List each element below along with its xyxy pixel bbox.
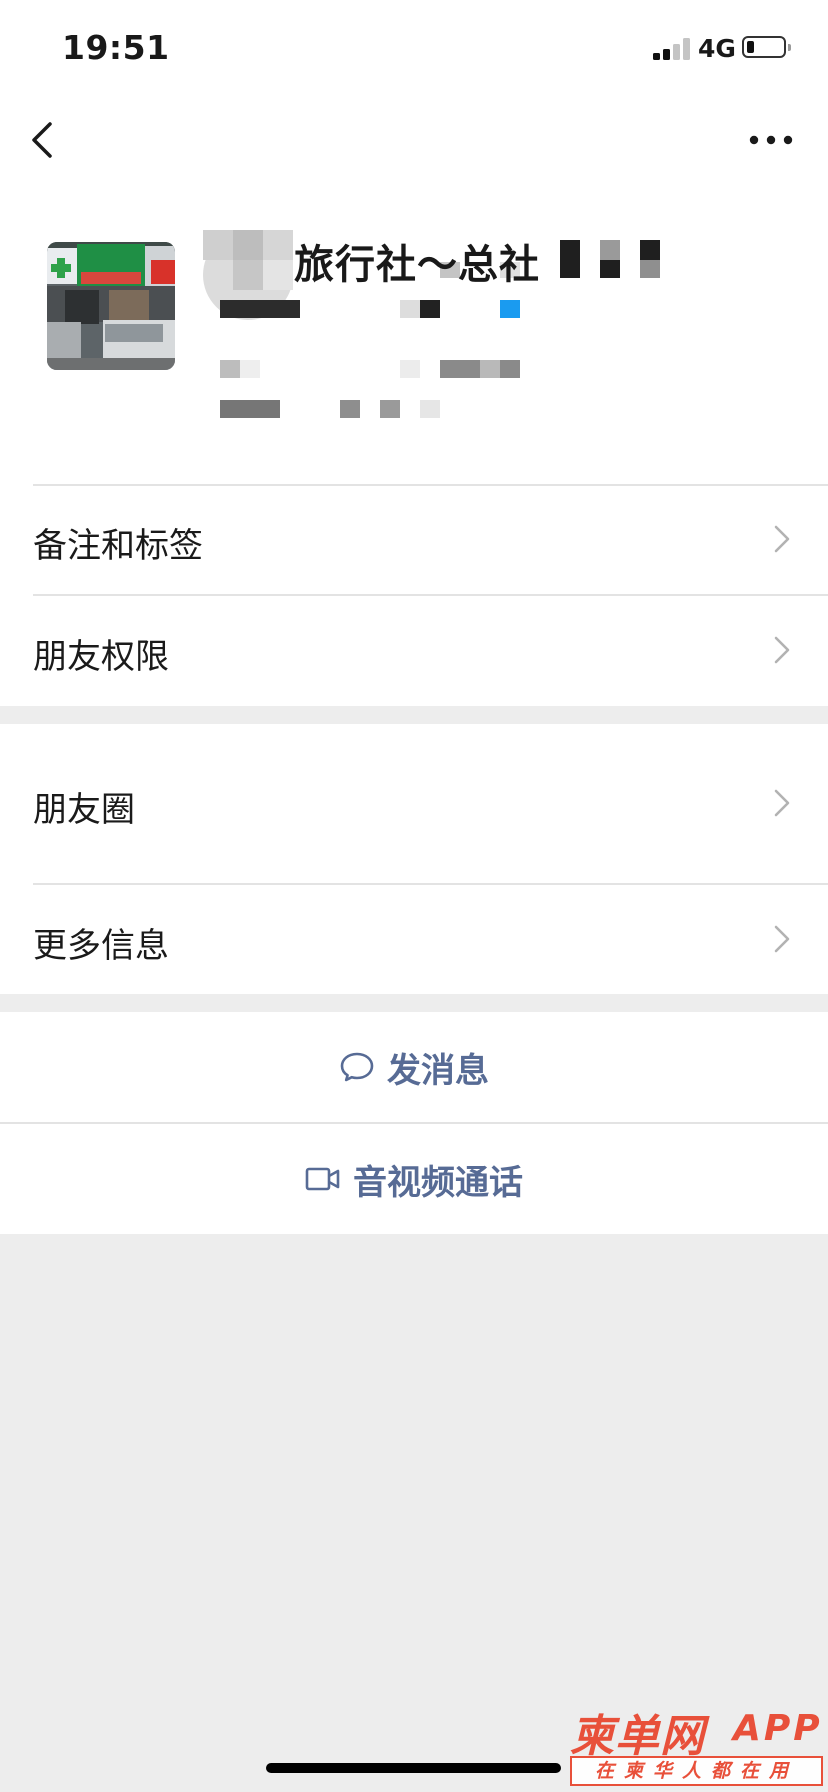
av-call-button[interactable]: 音视频通话 bbox=[0, 1124, 828, 1234]
watermark-logo: 柬单网 APP bbox=[570, 1700, 828, 1762]
send-message-button[interactable]: 发消息 bbox=[0, 1012, 828, 1122]
network-label: 4G bbox=[698, 34, 736, 63]
storefront-photo bbox=[47, 242, 175, 370]
chevron-right-icon bbox=[774, 789, 790, 817]
menu-row-remarks-tags[interactable]: 备注和标签 bbox=[0, 484, 828, 594]
menu-label-more-info: 更多信息 bbox=[33, 926, 169, 966]
profile-name: 旅行社～总社 bbox=[294, 242, 540, 288]
menu-group-2: 朋友圈 更多信息 bbox=[0, 724, 828, 994]
watermark-tagline: 在柬华人都在用 bbox=[570, 1756, 823, 1786]
menu-label-remarks-tags: 备注和标签 bbox=[33, 526, 203, 566]
menu-label-friend-permissions: 朋友权限 bbox=[33, 637, 169, 677]
menu-label-moments: 朋友圈 bbox=[33, 790, 135, 830]
battery-icon bbox=[742, 36, 791, 58]
chat-bubble-icon bbox=[340, 1052, 374, 1082]
status-time: 19:51 bbox=[62, 28, 170, 67]
signal-icon bbox=[653, 38, 691, 60]
more-button[interactable] bbox=[746, 124, 796, 156]
watermark-suffix: APP bbox=[733, 1708, 823, 1749]
home-indicator[interactable] bbox=[266, 1763, 561, 1773]
ellipsis-icon bbox=[749, 135, 793, 145]
chevron-right-icon bbox=[774, 525, 790, 553]
menu-row-moments[interactable]: 朋友圈 bbox=[0, 724, 828, 883]
chevron-right-icon bbox=[774, 636, 790, 664]
send-message-label: 发消息 bbox=[387, 1050, 489, 1091]
menu-row-more-info[interactable]: 更多信息 bbox=[0, 884, 828, 994]
back-button[interactable] bbox=[22, 114, 62, 166]
menu-row-friend-permissions[interactable]: 朋友权限 bbox=[0, 595, 828, 705]
av-call-label: 音视频通话 bbox=[353, 1162, 523, 1203]
video-camera-icon bbox=[305, 1167, 340, 1191]
menu-group-1: 备注和标签 朋友权限 bbox=[0, 484, 828, 706]
watermark-brand: 柬单网 bbox=[570, 1711, 705, 1762]
chevron-right-icon bbox=[774, 925, 790, 953]
avatar[interactable] bbox=[47, 242, 175, 370]
chevron-left-icon bbox=[32, 122, 52, 158]
